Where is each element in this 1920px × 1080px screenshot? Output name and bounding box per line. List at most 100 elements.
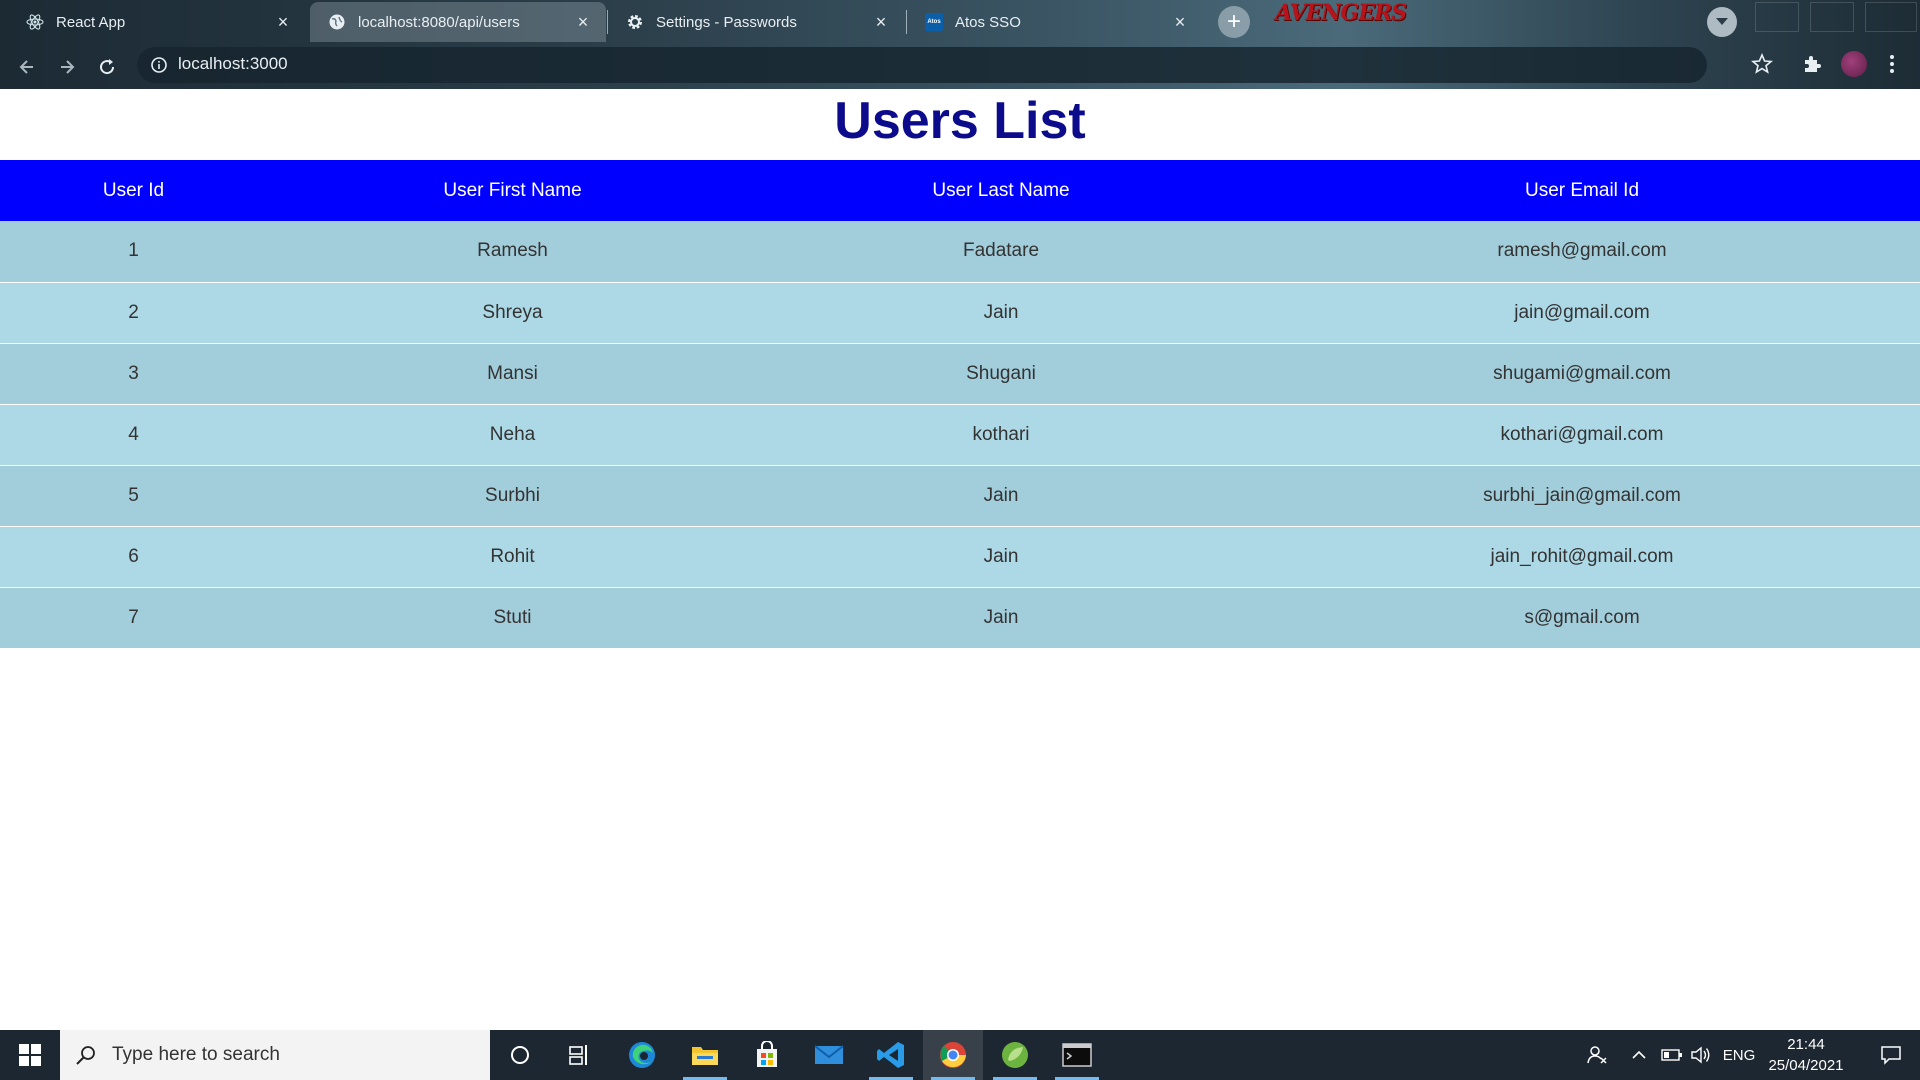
close-tab-icon[interactable]: × bbox=[1171, 13, 1189, 31]
tab-title: Atos SSO bbox=[955, 13, 1021, 31]
users-table: User Id User First Name User Last Name U… bbox=[0, 160, 1920, 649]
system-clock[interactable]: 21:44 25/04/2021 bbox=[1760, 1034, 1852, 1076]
tab-search-button[interactable] bbox=[1707, 7, 1737, 37]
cell-user-id: 5 bbox=[0, 465, 267, 527]
cell-last-name: Jain bbox=[758, 526, 1244, 588]
table-row: 4 Neha kothari kothari@gmail.com bbox=[0, 404, 1920, 466]
atos-icon: Atos bbox=[925, 13, 943, 31]
cell-first-name: Shreya bbox=[267, 282, 758, 344]
close-tab-icon[interactable]: × bbox=[574, 13, 592, 31]
table-row: 1 Ramesh Fadatare ramesh@gmail.com bbox=[0, 221, 1920, 283]
people-icon[interactable] bbox=[1580, 1030, 1614, 1080]
page-title: Users List bbox=[834, 92, 1086, 150]
task-view-icon[interactable] bbox=[550, 1030, 610, 1080]
cell-email: jain@gmail.com bbox=[1244, 282, 1920, 344]
cell-first-name: Surbhi bbox=[267, 465, 758, 527]
windows-taskbar: Type here to search ENG 21:44 25/04/2021 bbox=[0, 1030, 1920, 1080]
back-icon[interactable] bbox=[13, 53, 41, 81]
store-icon[interactable] bbox=[737, 1030, 797, 1080]
cell-first-name: Rohit bbox=[267, 526, 758, 588]
vscode-icon[interactable] bbox=[861, 1030, 921, 1080]
volume-icon[interactable] bbox=[1687, 1030, 1715, 1080]
cell-last-name: Fadatare bbox=[758, 221, 1244, 283]
table-row: 7 Stuti Jain s@gmail.com bbox=[0, 587, 1920, 649]
cell-last-name: Shugani bbox=[758, 343, 1244, 405]
taskbar-search-box[interactable]: Type here to search bbox=[60, 1030, 490, 1080]
cell-user-id: 3 bbox=[0, 343, 267, 405]
windows-start-icon[interactable] bbox=[0, 1030, 60, 1080]
close-window-button[interactable] bbox=[1865, 2, 1917, 32]
url-text[interactable]: localhost:3000 bbox=[178, 54, 288, 74]
search-icon bbox=[74, 1043, 98, 1067]
table-row: 3 Mansi Shugani shugami@gmail.com bbox=[0, 343, 1920, 405]
spring-tool-icon[interactable] bbox=[985, 1030, 1045, 1080]
clock-time: 21:44 bbox=[1787, 1036, 1825, 1053]
edge-icon[interactable] bbox=[612, 1030, 672, 1080]
gear-icon bbox=[626, 13, 644, 31]
cell-first-name: Ramesh bbox=[267, 221, 758, 283]
tab-api-users[interactable]: localhost:8080/api/users × bbox=[310, 2, 606, 42]
search-placeholder: Type here to search bbox=[112, 1044, 280, 1065]
page-content: Users List User Id User First Name User … bbox=[0, 89, 1920, 1030]
info-icon[interactable] bbox=[150, 56, 168, 74]
header-first-name: User First Name bbox=[267, 160, 758, 221]
forward-icon[interactable] bbox=[53, 53, 81, 81]
cell-email: jain_rohit@gmail.com bbox=[1244, 526, 1920, 588]
globe-icon bbox=[328, 13, 346, 31]
bookmark-star-icon[interactable] bbox=[1750, 52, 1774, 76]
tab-title: localhost:8080/api/users bbox=[358, 13, 520, 31]
cell-email: s@gmail.com bbox=[1244, 587, 1920, 649]
tab-title: Settings - Passwords bbox=[656, 13, 797, 31]
cell-email: kothari@gmail.com bbox=[1244, 404, 1920, 466]
clock-date: 25/04/2021 bbox=[1768, 1057, 1844, 1074]
more-menu-icon[interactable] bbox=[1886, 52, 1898, 76]
file-explorer-icon[interactable] bbox=[675, 1030, 735, 1080]
cell-user-id: 2 bbox=[0, 282, 267, 344]
tab-settings-passwords[interactable]: Settings - Passwords × bbox=[608, 2, 904, 42]
chrome-icon[interactable] bbox=[923, 1030, 983, 1080]
cell-last-name: Jain bbox=[758, 587, 1244, 649]
table-header-row: User Id User First Name User Last Name U… bbox=[0, 160, 1920, 221]
tab-atos-sso[interactable]: Atos Atos SSO × bbox=[907, 2, 1203, 42]
cell-email: ramesh@gmail.com bbox=[1244, 221, 1920, 283]
address-bar[interactable] bbox=[137, 47, 1707, 83]
reload-icon[interactable] bbox=[93, 53, 121, 81]
minimize-button[interactable] bbox=[1755, 2, 1799, 32]
cell-first-name: Neha bbox=[267, 404, 758, 466]
cell-user-id: 4 bbox=[0, 404, 267, 466]
extensions-puzzle-icon[interactable] bbox=[1800, 52, 1824, 76]
cell-email: surbhi_jain@gmail.com bbox=[1244, 465, 1920, 527]
battery-icon[interactable] bbox=[1658, 1030, 1686, 1080]
table-row: 2 Shreya Jain jain@gmail.com bbox=[0, 282, 1920, 344]
close-tab-icon[interactable]: × bbox=[872, 13, 890, 31]
theme-logo: AVENGERS bbox=[1275, 0, 1407, 26]
header-email: User Email Id bbox=[1244, 160, 1920, 221]
table-row: 5 Surbhi Jain surbhi_jain@gmail.com bbox=[0, 465, 1920, 527]
cell-user-id: 6 bbox=[0, 526, 267, 588]
notification-center-icon[interactable] bbox=[1866, 1030, 1916, 1080]
cell-last-name: Jain bbox=[758, 282, 1244, 344]
maximize-button[interactable] bbox=[1810, 2, 1854, 32]
react-icon bbox=[26, 13, 44, 31]
cell-last-name: kothari bbox=[758, 404, 1244, 466]
cell-last-name: Jain bbox=[758, 465, 1244, 527]
cell-first-name: Stuti bbox=[267, 587, 758, 649]
header-last-name: User Last Name bbox=[758, 160, 1244, 221]
profile-avatar[interactable] bbox=[1841, 51, 1867, 77]
new-tab-button[interactable]: + bbox=[1218, 6, 1250, 38]
cell-user-id: 7 bbox=[0, 587, 267, 649]
table-row: 6 Rohit Jain jain_rohit@gmail.com bbox=[0, 526, 1920, 588]
cell-email: shugami@gmail.com bbox=[1244, 343, 1920, 405]
close-tab-icon[interactable]: × bbox=[274, 13, 292, 31]
terminal-icon[interactable] bbox=[1047, 1030, 1107, 1080]
header-user-id: User Id bbox=[0, 160, 267, 221]
browser-chrome: React App × localhost:8080/api/users × S… bbox=[0, 0, 1920, 89]
tab-title: React App bbox=[56, 13, 126, 31]
chevron-up-icon[interactable] bbox=[1626, 1030, 1652, 1080]
language-indicator[interactable]: ENG bbox=[1720, 1030, 1758, 1080]
tab-strip: React App × localhost:8080/api/users × S… bbox=[0, 0, 1920, 42]
cortana-icon[interactable] bbox=[490, 1030, 550, 1080]
cell-first-name: Mansi bbox=[267, 343, 758, 405]
tab-react-app[interactable]: React App × bbox=[8, 2, 306, 42]
mail-icon[interactable] bbox=[799, 1030, 859, 1080]
